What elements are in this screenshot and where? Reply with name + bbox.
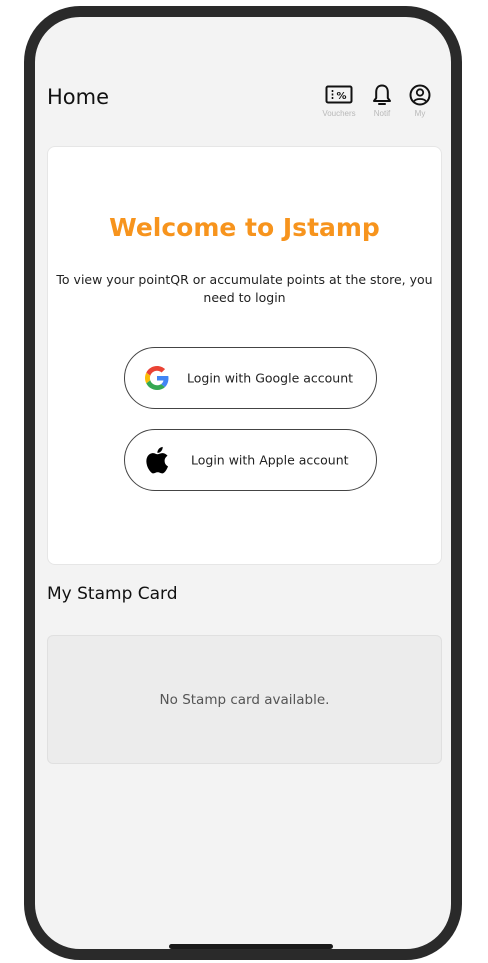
- home-indicator[interactable]: [169, 944, 333, 949]
- stamp-card-empty: No Stamp card available.: [47, 635, 442, 764]
- page-title: Home: [47, 85, 110, 109]
- svg-text:%: %: [336, 91, 346, 102]
- login-message: To view your pointQR or accumulate point…: [56, 272, 433, 305]
- login-card: Welcome to Jstamp To view your pointQR o…: [47, 146, 442, 565]
- my-label: My: [414, 109, 426, 118]
- apple-login-label: Login with Apple account: [191, 452, 349, 468]
- stamp-section-title: My Stamp Card: [47, 584, 178, 604]
- google-g-icon: [145, 365, 169, 391]
- voucher-percent-icon: %: [325, 83, 353, 107]
- apple-logo-icon: [145, 446, 169, 474]
- google-login-button[interactable]: Login with Google account: [124, 347, 377, 409]
- empty-stamp-message: No Stamp card available.: [159, 691, 330, 708]
- app-header: Home % Vouchers Notif My: [47, 83, 439, 125]
- my-account-button[interactable]: My: [401, 83, 439, 118]
- notifications-button[interactable]: Notif: [363, 83, 401, 118]
- notif-label: Notif: [373, 109, 391, 118]
- phone-frame: Home % Vouchers Notif My Welcome to Jsta…: [24, 6, 462, 960]
- apple-login-button[interactable]: Login with Apple account: [124, 429, 377, 491]
- welcome-title: Welcome to Jstamp: [109, 213, 380, 242]
- user-circle-icon: [409, 83, 431, 107]
- vouchers-button[interactable]: % Vouchers: [315, 83, 363, 118]
- header-actions: % Vouchers Notif My: [315, 83, 439, 118]
- google-login-label: Login with Google account: [187, 370, 354, 386]
- app-screen: Home % Vouchers Notif My Welcome to Jsta…: [35, 17, 451, 949]
- bell-icon: [372, 83, 392, 107]
- vouchers-label: Vouchers: [322, 109, 356, 118]
